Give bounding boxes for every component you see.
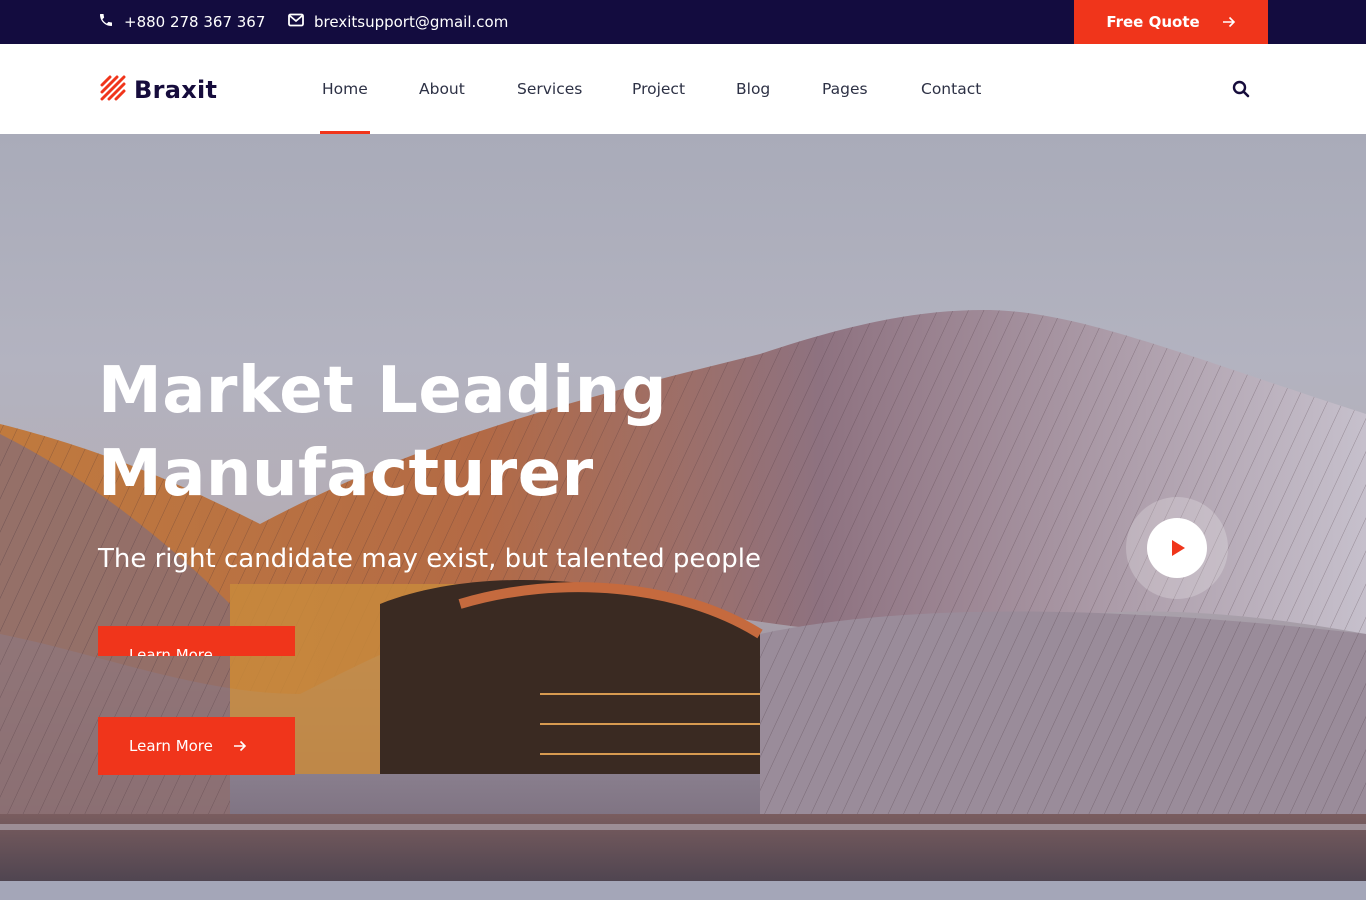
- nav-label: Contact: [921, 80, 982, 98]
- nav-item-project[interactable]: Project: [632, 44, 685, 134]
- nav-item-about[interactable]: About: [419, 44, 465, 134]
- brand-logo[interactable]: Braxit: [100, 75, 217, 105]
- nav-label: Home: [322, 80, 368, 98]
- main-header: Braxit Home About Services Project Blog …: [0, 44, 1366, 134]
- learn-more-label: Learn More: [129, 646, 213, 656]
- video-play-button[interactable]: [1126, 497, 1228, 599]
- play-icon: [1147, 518, 1207, 578]
- hero-banner: The right candidate may exist, but talen…: [0, 134, 1366, 900]
- hero-subtitle: The right candidate may exist, but talen…: [98, 544, 761, 574]
- arrow-right-icon: [1222, 15, 1236, 29]
- nav-label: Blog: [736, 80, 771, 98]
- top-bar: +880 278 367 367 brexitsupport@gmail.com…: [0, 0, 1366, 44]
- nav-label: Pages: [822, 80, 868, 98]
- phone-icon: [98, 12, 124, 32]
- nav-item-services[interactable]: Services: [517, 44, 582, 134]
- free-quote-label: Free Quote: [1106, 13, 1200, 31]
- email-contact[interactable]: brexitsupport@gmail.com: [288, 0, 508, 44]
- hero-title-line-1: Market Leading: [98, 354, 668, 428]
- phone-number: +880 278 367 367: [124, 13, 266, 31]
- brand-name: Braxit: [134, 76, 218, 104]
- learn-more-button[interactable]: Learn More: [98, 717, 295, 775]
- learn-more-button-ghost: Learn More: [98, 626, 295, 656]
- envelope-icon: [288, 13, 314, 31]
- nav-label: About: [419, 80, 465, 98]
- striped-logo-icon: [100, 75, 126, 105]
- arrow-right-icon: [233, 739, 247, 753]
- email-address: brexitsupport@gmail.com: [314, 13, 509, 31]
- nav-item-blog[interactable]: Blog: [736, 44, 770, 134]
- nav-item-contact[interactable]: Contact: [921, 44, 981, 134]
- nav-label: Project: [632, 80, 686, 98]
- hero-title-line-2: Manufacturer: [98, 437, 594, 511]
- phone-contact[interactable]: +880 278 367 367: [98, 0, 265, 44]
- nav-label: Services: [517, 80, 583, 98]
- nav-item-home[interactable]: Home: [320, 44, 370, 134]
- learn-more-label: Learn More: [129, 737, 213, 755]
- search-icon[interactable]: [1232, 80, 1250, 98]
- hero-bottom-band: [0, 881, 1366, 900]
- nav-item-pages[interactable]: Pages: [822, 44, 868, 134]
- free-quote-button[interactable]: Free Quote: [1074, 0, 1268, 44]
- hero-slide-ghost: The right candidate may exist, but talen…: [0, 656, 1366, 716]
